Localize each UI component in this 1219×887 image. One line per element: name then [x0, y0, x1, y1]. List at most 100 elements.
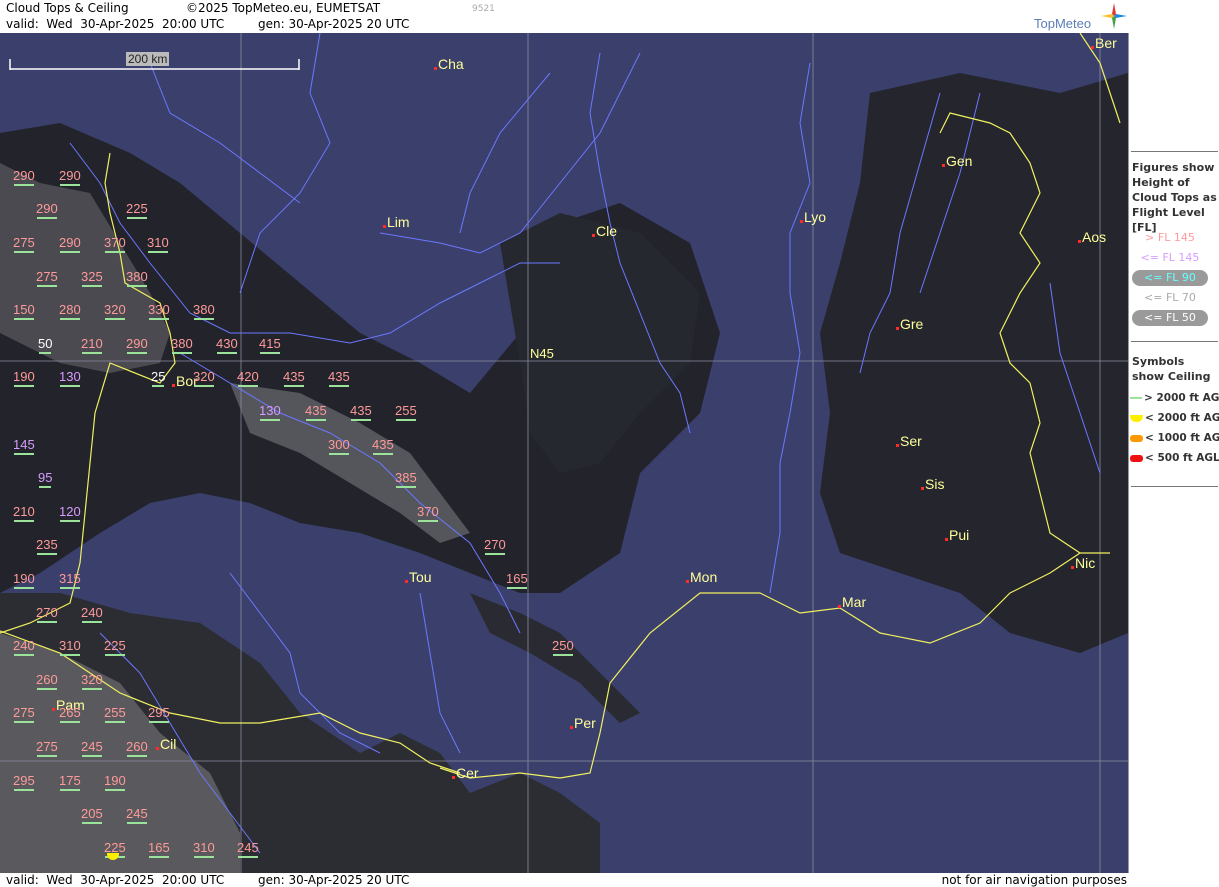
flight-level-value: 370: [104, 235, 126, 253]
city-label-gre: Gre: [896, 316, 923, 332]
city-name: Lim: [387, 214, 410, 230]
valid-time: valid: Wed 30-Apr-2025 20:00 UTC: [6, 17, 225, 31]
generated-time: gen: 30-Apr-2025 20 UTC: [258, 17, 410, 31]
city-name: Gen: [946, 153, 973, 169]
flight-level-value: 290: [13, 168, 35, 186]
flight-level-value: 435: [305, 403, 327, 421]
flight-level-value: 165: [148, 840, 170, 858]
legend-level-item: <= FL 50: [1132, 310, 1208, 326]
flight-level-value: 295: [13, 773, 35, 791]
flight-level-value: 235: [36, 537, 58, 555]
legend-level-item: <= FL 145: [1140, 251, 1200, 264]
city-label-lyo: Lyo: [800, 209, 827, 225]
city-marker: [52, 708, 55, 711]
city-name: Pui: [949, 527, 970, 543]
city-marker: [592, 234, 595, 237]
city-marker: [383, 225, 386, 228]
city-name: Nic: [1075, 555, 1096, 571]
city-marker: [942, 164, 945, 167]
flight-level-value: 260: [36, 672, 58, 690]
city-label-aos: Aos: [1078, 229, 1107, 245]
city-marker: [896, 444, 899, 447]
map-header: Cloud Tops & Ceiling ©2025 TopMeteo.eu, …: [0, 0, 1219, 33]
city-label-cer: Cer: [452, 765, 479, 781]
city-label-sis: Sis: [921, 476, 945, 492]
copyright-text: ©2025 TopMeteo.eu, EUMETSAT: [186, 1, 381, 15]
city-name: Ser: [900, 433, 922, 449]
flight-level-value: 320: [193, 369, 215, 387]
city-label-pui: Pui: [945, 527, 970, 543]
flight-level-value: 385: [395, 470, 417, 488]
city-name: Cil: [160, 736, 177, 752]
flight-level-value: 240: [81, 605, 103, 623]
flight-level-value: 190: [13, 369, 35, 387]
city-marker: [921, 487, 924, 490]
disclaimer: not for air navigation purposes: [941, 873, 1127, 887]
legend-panel: Figures show Height of Cloud Tops as Fli…: [1128, 33, 1219, 887]
flight-level-value: 25: [151, 369, 166, 387]
map-footer: valid: Wed 30-Apr-2025 20:00 UTC gen: 30…: [0, 873, 1219, 887]
flight-level-value: 300: [328, 437, 350, 455]
legend-ceiling-label: > 2000 ft AGL: [1144, 392, 1219, 404]
flight-level-value: 50: [38, 336, 53, 354]
flight-level-value: 320: [104, 302, 126, 320]
city-marker: [570, 726, 573, 729]
legend-ceiling-item: < 500 ft AGL: [1130, 452, 1219, 464]
flight-level-value: 290: [36, 201, 58, 219]
flight-level-value: 295: [148, 705, 170, 723]
flight-level-value: 435: [283, 369, 305, 387]
city-label-mar: Mar: [838, 594, 866, 610]
flight-level-value: 225: [104, 638, 126, 656]
city-name: Lyo: [804, 209, 827, 225]
city-marker: [434, 67, 437, 70]
flight-level-value: 130: [59, 369, 81, 387]
legend-ceiling-label: < 2000 ft AGL: [1145, 412, 1219, 424]
city-marker: [1091, 46, 1094, 49]
city-name: Cha: [438, 56, 464, 72]
flight-level-value: 245: [81, 739, 103, 757]
flight-level-value: 435: [372, 437, 394, 455]
compass-star-icon: [1101, 3, 1127, 29]
city-marker: [172, 384, 175, 387]
flight-level-value: 95: [38, 470, 53, 488]
flight-level-value: 255: [395, 403, 417, 421]
scale-label: 200 km: [126, 52, 170, 66]
flight-level-value: 415: [259, 336, 281, 354]
flight-level-value: 205: [81, 806, 103, 824]
flight-level-value: 380: [171, 336, 193, 354]
city-marker: [838, 605, 841, 608]
flight-level-value: 225: [126, 201, 148, 219]
legend-divider: [1131, 486, 1218, 487]
city-name: Ber: [1095, 35, 1117, 51]
flight-level-value: 245: [126, 806, 148, 824]
city-marker: [452, 776, 455, 779]
footer-valid-time: valid: Wed 30-Apr-2025 20:00 UTC: [6, 873, 225, 887]
city-name: Aos: [1082, 229, 1107, 245]
legend-level-item: <= FL 70: [1144, 291, 1196, 304]
flight-level-value: 310: [147, 235, 169, 253]
legend-level-item: <= FL 90: [1132, 270, 1208, 286]
flight-level-value: 290: [59, 168, 81, 186]
city-marker: [686, 580, 689, 583]
city-name: Per: [574, 715, 596, 731]
flight-level-value: 210: [81, 336, 103, 354]
legend-divider: [1131, 151, 1218, 152]
flight-level-value: 380: [193, 302, 215, 320]
flight-level-value: 275: [13, 705, 35, 723]
city-name: Sis: [925, 476, 945, 492]
city-marker: [800, 220, 803, 223]
legend-ceiling-label: < 500 ft AGL: [1145, 452, 1219, 464]
flight-level-value: 145: [13, 437, 35, 455]
cloud-tops-map[interactable]: 200 km N45 Cha Ber Gen Lim Cle Lyo Aos Gre Bor Se…: [0, 33, 1128, 873]
flight-level-value: 380: [126, 269, 148, 287]
flight-level-value: 120: [59, 504, 81, 522]
city-marker: [896, 327, 899, 330]
city-name: Cle: [596, 223, 618, 239]
flight-level-value: 330: [148, 302, 170, 320]
city-label-per: Per: [570, 715, 596, 731]
legend-ceiling-item: > 2000 ft AGL: [1130, 392, 1219, 404]
legend-symbols-text: Symbols show Ceiling: [1132, 355, 1211, 383]
flight-level-value: 190: [13, 571, 35, 589]
flight-level-value: 275: [36, 269, 58, 287]
flight-level-value: 210: [13, 504, 35, 522]
